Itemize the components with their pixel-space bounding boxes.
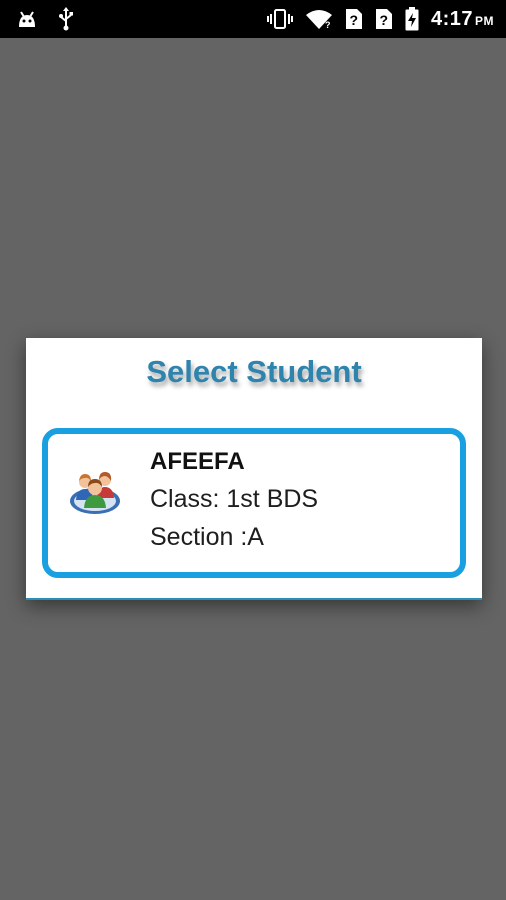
svg-text:?: ? bbox=[325, 20, 331, 30]
status-time-ampm: PM bbox=[475, 13, 494, 28]
svg-text:?: ? bbox=[349, 12, 358, 28]
usb-icon bbox=[58, 7, 74, 31]
status-bar: ? ? ? 4:17 PM bbox=[0, 0, 506, 38]
sim-unknown-icon: ? bbox=[345, 8, 363, 30]
select-student-dialog: Select Student AFEEFA Class: 1st BDS Sec… bbox=[26, 338, 482, 600]
svg-text:?: ? bbox=[379, 12, 388, 28]
battery-charging-icon bbox=[405, 7, 419, 31]
status-time-value: 4:17 bbox=[430, 7, 473, 30]
sim-unknown-icon: ? bbox=[375, 8, 393, 30]
student-class: Class: 1st BDS bbox=[150, 485, 319, 513]
android-icon bbox=[16, 9, 38, 29]
status-time: 4:17 PM bbox=[431, 8, 494, 31]
vibrate-icon bbox=[266, 8, 293, 30]
student-info: AFEEFA Class: 1st BDS Section :A bbox=[150, 444, 318, 556]
student-card[interactable]: AFEEFA Class: 1st BDS Section :A bbox=[42, 428, 466, 578]
student-name: AFEEFA bbox=[150, 448, 245, 475]
wifi-icon: ? bbox=[305, 8, 333, 30]
dialog-title: Select Student bbox=[146, 354, 362, 389]
student-section: Section :A bbox=[150, 523, 264, 551]
students-group-icon bbox=[68, 462, 122, 516]
status-bar-left bbox=[16, 6, 74, 32]
status-bar-right: ? ? ? 4:17 PM bbox=[266, 6, 494, 32]
